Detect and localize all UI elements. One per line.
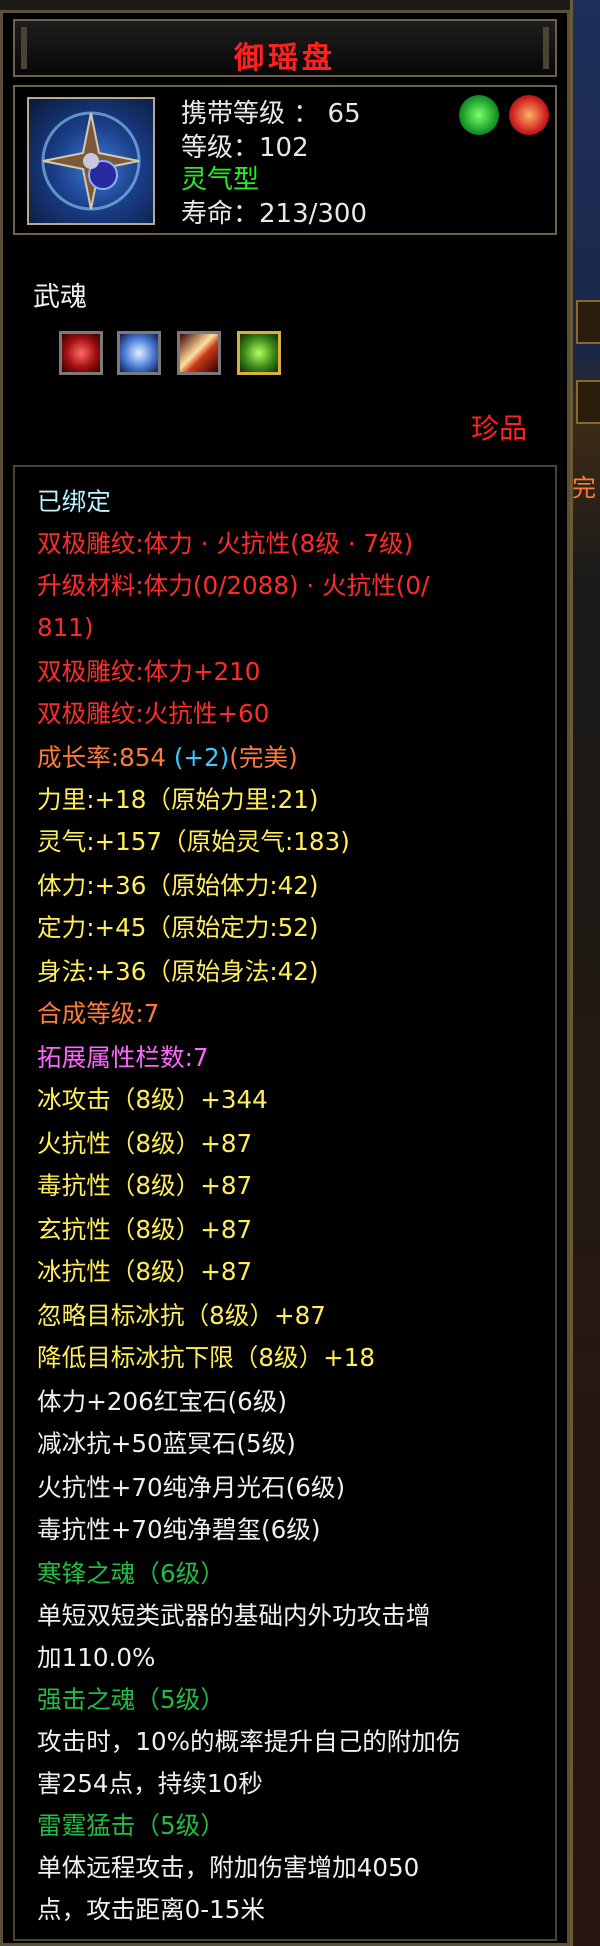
red-gem-slot-icon[interactable] — [59, 331, 103, 375]
ext-attr-line: 冰抗性（8级）+87 — [37, 1257, 253, 1286]
carry-level: 携带等级 ： 65 — [181, 99, 361, 129]
item-name: 御瑶盘 — [234, 41, 336, 76]
soul-skill-desc: 单短双短类武器的基础内外功攻击增 — [37, 1601, 431, 1630]
blade-slot-icon[interactable] — [177, 331, 221, 375]
ext-attr-line: 毒抗性（8级）+87 — [37, 1171, 253, 1200]
soul-skill-desc: 单体远程攻击，附加伤害增加4050 — [37, 1853, 420, 1882]
attr-line: 定力:+45（原始定力:52) — [37, 913, 319, 942]
growth-rate: 成长率:854 (+2)(完美) — [37, 743, 298, 773]
soul-skill-name: 强击之魂（5级） — [37, 1685, 225, 1714]
soul-skill-name: 雷霆猛击（5级） — [37, 1811, 225, 1840]
carve-line: 双极雕纹:火抗性+60 — [37, 699, 270, 728]
background-frame-box — [576, 300, 600, 344]
background-frame-box — [576, 380, 600, 424]
gem-line: 毒抗性+70纯净碧玺(6级) — [37, 1515, 321, 1544]
bound-status: 已绑定 — [37, 487, 111, 516]
item-header: 携带等级 ： 65 等级：102 灵气型 寿命：213/300 — [13, 85, 557, 235]
ext-attr-line: 火抗性（8级）+87 — [37, 1129, 253, 1158]
carve-line: 双极雕纹:体力+210 — [37, 657, 261, 686]
blue-crystal-slot-icon[interactable] — [117, 331, 161, 375]
green-emblem-icon[interactable] — [459, 95, 499, 135]
growth-grade: (完美) — [229, 743, 298, 772]
ext-attr-line: 降低目标冰抗下限（8级）+18 — [37, 1343, 376, 1372]
stats-panel: 已绑定 双极雕纹:体力 · 火抗性(8级 · 7级) 升级材料:体力(0/208… — [13, 465, 557, 1941]
ext-slot-count: 拓展属性栏数:7 — [37, 1043, 209, 1072]
attr-line: 身法:+36（原始身法:42) — [37, 957, 319, 986]
soul-skill-desc: 点，攻击距离0-15米 — [37, 1895, 265, 1924]
soul-skill-desc: 害254点，持续10秒 — [37, 1769, 263, 1798]
background-window-strip — [570, 0, 600, 1946]
soul-skill-desc: 攻击时，10%的概率提升自己的附加伤 — [37, 1727, 461, 1756]
gem-line: 减冰抗+50蓝冥石(5级) — [37, 1429, 296, 1458]
growth-value: 成长率:854 — [37, 743, 174, 772]
gem-line: 火抗性+70纯净月光石(6级) — [37, 1473, 346, 1502]
upgrade-material-cont: 811) — [37, 613, 94, 642]
gem-line: 体力+206红宝石(6级) — [37, 1387, 287, 1416]
attr-line: 力里:+18（原始力里:21) — [37, 785, 319, 814]
attr-line: 体力:+36（原始体力:42) — [37, 871, 319, 900]
soul-skill-name: 寒锋之魂（6级） — [37, 1559, 225, 1588]
background-window-text: 完 — [572, 474, 596, 502]
title-bar: 御瑶盘 — [13, 19, 557, 77]
ext-attr-line: 忽略目标冰抗（8级）+87 — [37, 1301, 326, 1330]
synth-level: 合成等级:7 — [37, 999, 160, 1028]
item-tooltip: 御瑶盘 携带等级 ： 65 等级：102 灵气型 寿命：213/300 武魂 珍… — [0, 10, 570, 1946]
ext-attr-line: 冰攻击（8级）+344 — [37, 1085, 268, 1114]
item-lifespan: 寿命：213/300 — [181, 199, 368, 229]
growth-bonus: (+2) — [173, 743, 230, 772]
soul-section-label: 武魂 — [33, 282, 87, 313]
red-emblem-icon[interactable] — [509, 95, 549, 135]
attr-line: 灵气:+157（原始灵气:183) — [37, 827, 350, 856]
quality-label: 珍品 — [471, 412, 528, 445]
green-slot-icon[interactable] — [237, 331, 281, 375]
item-type: 灵气型 — [181, 165, 260, 195]
ext-attr-line: 玄抗性（8级）+87 — [37, 1215, 253, 1244]
strip-edge — [570, 0, 573, 1946]
upgrade-material: 升级材料:体力(0/2088) · 火抗性(0/ — [37, 571, 430, 600]
weapon-disc-icon — [27, 97, 155, 225]
carve-line: 双极雕纹:体力 · 火抗性(8级 · 7级) — [37, 529, 414, 558]
soul-skill-desc: 加110.0% — [37, 1643, 156, 1672]
